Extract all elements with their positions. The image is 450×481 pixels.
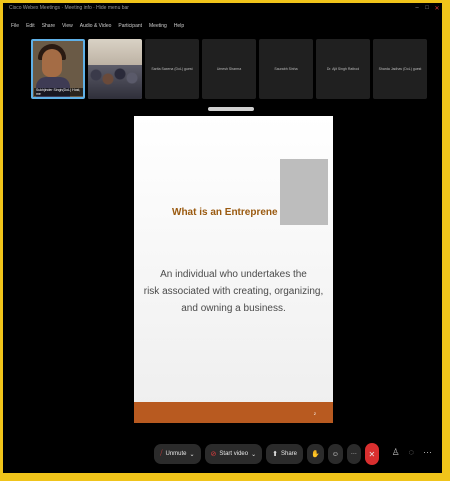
slide-image-placeholder: [280, 159, 328, 225]
resize-handle[interactable]: [208, 107, 254, 111]
menu-participant[interactable]: Participant: [118, 23, 142, 29]
share-label: Share: [281, 451, 298, 457]
participant-name: Sukhjinder Singh(DoL) Host, me: [34, 88, 83, 96]
participant-tile[interactable]: Umesh Sharma: [202, 39, 256, 99]
slide-page-number: 2: [313, 411, 316, 416]
title-bar: Cisco Webex Meetings · Meeting info · Hi…: [3, 3, 442, 13]
participant-strip: Sukhjinder Singh(DoL) Host, me Sarita Sa…: [31, 39, 427, 99]
participant-tile[interactable]: Sharda Jadhav (DoL) guest: [373, 39, 427, 99]
end-call-button[interactable]: ✕: [364, 443, 379, 465]
unmute-label: Unmute: [165, 451, 187, 457]
minimize-button[interactable]: –: [412, 5, 422, 11]
participant-tile[interactable]: Dr. Ajit Singh Rathod: [316, 39, 370, 99]
participant-name: Dr. Ajit Singh Rathod: [326, 67, 360, 71]
maximize-button[interactable]: □: [422, 5, 432, 11]
reactions-button[interactable]: ☺: [327, 444, 343, 464]
participant-name: Sharda Jadhav (DoL) guest: [378, 67, 422, 71]
shared-slide: What is an Entreprene An individual who …: [134, 116, 333, 423]
room-video: [88, 65, 142, 99]
share-button[interactable]: ⬆ Share: [266, 444, 304, 464]
participants-icon[interactable]: ♙: [392, 447, 400, 458]
chat-icon[interactable]: ◌: [409, 447, 414, 458]
participant-name: Sarita Saxena (DoL) guest: [151, 67, 193, 71]
video-off-icon: ⊘: [210, 451, 217, 458]
menu-help[interactable]: Help: [174, 23, 184, 29]
start-video-label: Start video: [219, 451, 249, 457]
meeting-window: Cisco Webex Meetings · Meeting info · Hi…: [3, 3, 442, 473]
participant-tile-self[interactable]: Sukhjinder Singh(DoL) Host, me: [31, 39, 85, 99]
panel-icons: ♙ ◌ ···: [392, 447, 432, 458]
menu-edit[interactable]: Edit: [26, 23, 35, 29]
slide-body-line: and owning a business.: [181, 303, 286, 314]
unmute-button[interactable]: ⧸ Unmute ⌄: [154, 444, 201, 464]
menu-file[interactable]: File: [11, 23, 19, 29]
more-icon[interactable]: ···: [423, 447, 432, 458]
menu-view[interactable]: View: [62, 23, 73, 29]
chevron-down-icon[interactable]: ⌄: [251, 451, 256, 458]
more-icon: ···: [350, 451, 357, 457]
more-options-button[interactable]: ···: [346, 444, 361, 464]
raise-hand-button[interactable]: ✋: [307, 444, 324, 464]
menu-bar: File Edit Share View Audio & Video Parti…: [3, 21, 442, 31]
participant-name: Saurabh Sinha: [274, 67, 298, 71]
slide-body-line: risk associated with creating, organizin…: [143, 286, 324, 297]
window-title: Cisco Webex Meetings · Meeting info · Hi…: [9, 5, 129, 11]
participant-name: Umesh Sharma: [216, 67, 242, 71]
meeting-controls: ⧸ Unmute ⌄ ⊘ Start video ⌄ ⬆ Share ✋ ☺ ·…: [3, 438, 442, 470]
slide-body-line: An individual who undertakes the: [160, 269, 307, 280]
mic-muted-icon: ⧸: [160, 450, 163, 457]
emoji-icon: ☺: [331, 450, 339, 458]
participant-tile-room[interactable]: [88, 39, 142, 99]
menu-audio-video[interactable]: Audio & Video: [80, 23, 112, 29]
participant-tile[interactable]: Sarita Saxena (DoL) guest: [145, 39, 199, 99]
start-video-button[interactable]: ⊘ Start video ⌄: [204, 444, 263, 464]
menu-share[interactable]: Share: [42, 23, 55, 29]
close-button[interactable]: ✕: [432, 5, 442, 12]
share-icon: ⬆: [272, 451, 278, 458]
participant-tile[interactable]: Saurabh Sinha: [259, 39, 313, 99]
raise-hand-icon: ✋: [311, 451, 320, 458]
menu-meeting[interactable]: Meeting: [149, 23, 167, 29]
end-call-icon: ✕: [368, 449, 376, 459]
chevron-down-icon[interactable]: ⌄: [190, 451, 195, 458]
slide-body: An individual who undertakes the risk as…: [134, 266, 333, 317]
slide-title: What is an Entreprene: [172, 207, 278, 218]
slide-footer-bar: [134, 402, 333, 423]
